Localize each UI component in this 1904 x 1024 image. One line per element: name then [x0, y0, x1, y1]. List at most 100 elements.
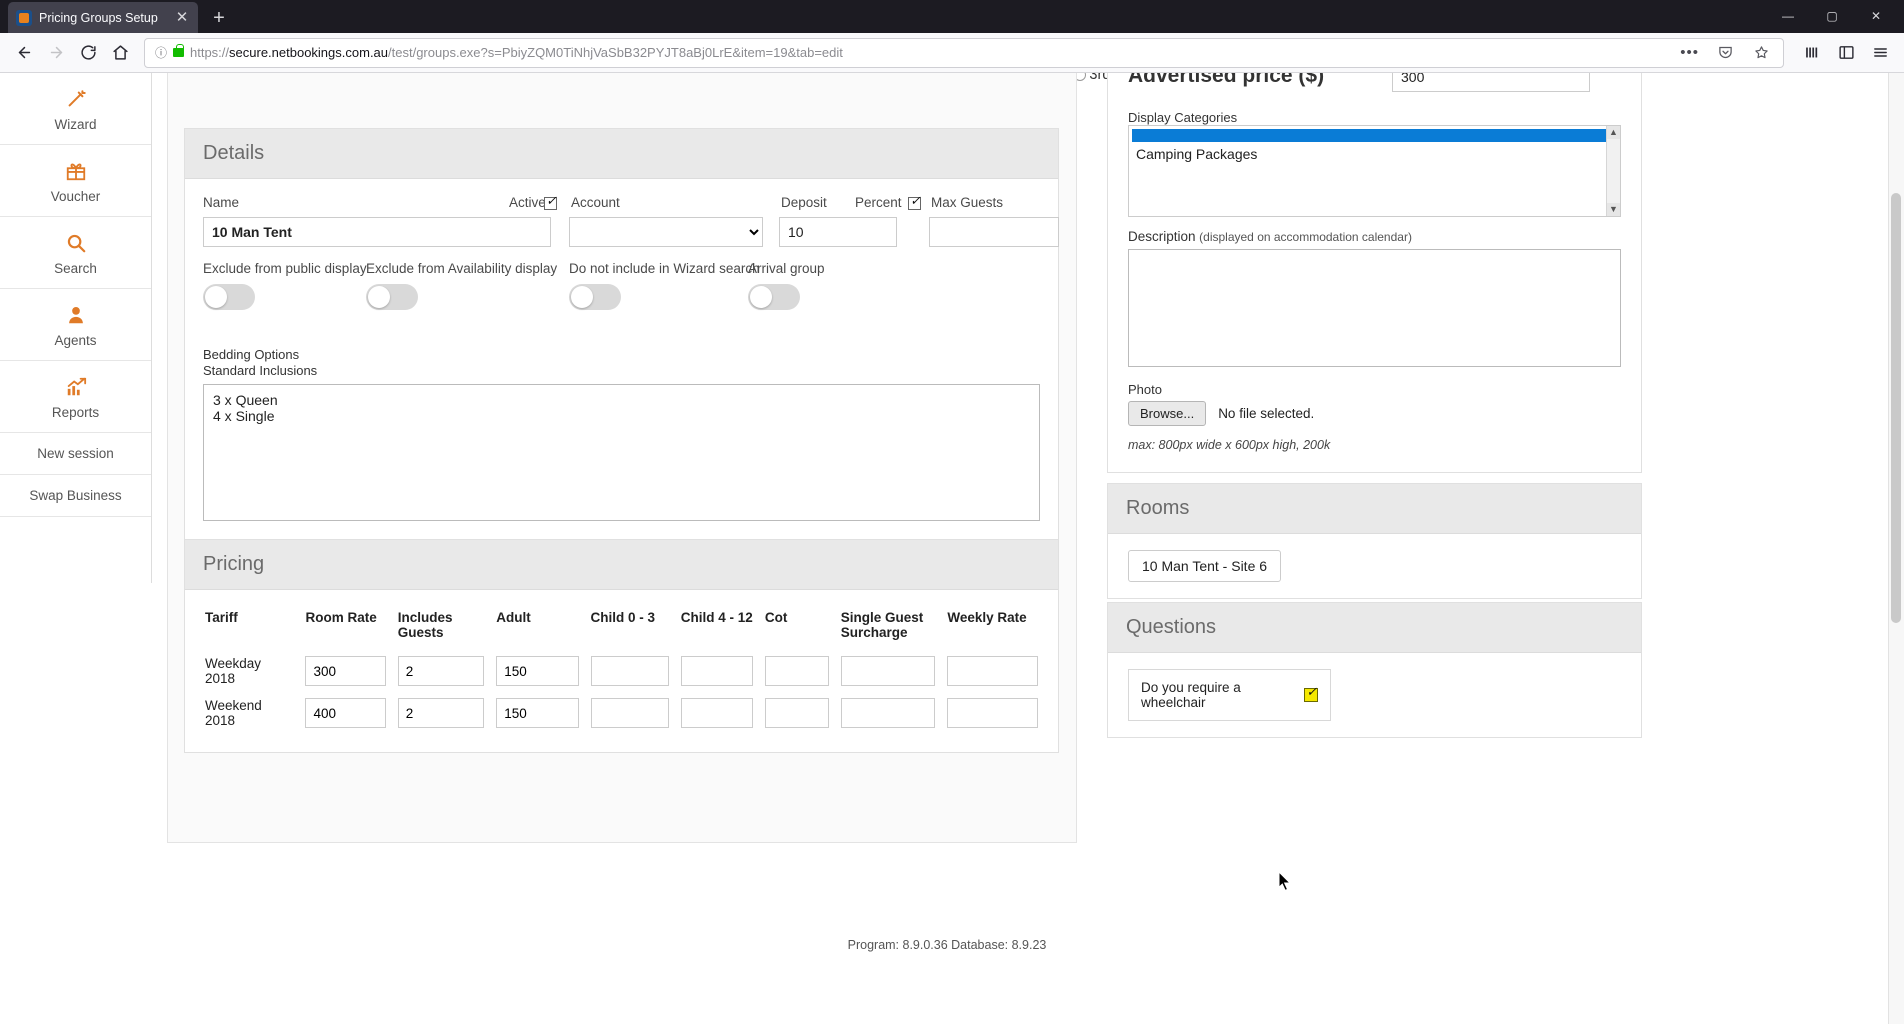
exclude-availability-display-toggle[interactable] [366, 284, 418, 310]
questions-card-title: Questions [1108, 603, 1641, 653]
name-input[interactable] [203, 217, 551, 247]
address-bar[interactable]: ⓘ https://secure.netbookings.com.au/test… [144, 37, 1784, 69]
wizard-search-toggle[interactable] [569, 284, 621, 310]
sidebar-item-agents[interactable]: Agents [0, 289, 151, 361]
standard-inclusions-label: Standard Inclusions [203, 363, 318, 378]
url-text: https://secure.netbookings.com.au/test/g… [190, 45, 1674, 60]
app-footer: Program: 8.9.0.36 Database: 8.9.23 [847, 938, 1047, 952]
active-checkbox[interactable] [544, 193, 557, 210]
sidebar-item-label: Agents [54, 332, 97, 348]
cot-input[interactable] [764, 698, 829, 728]
pricing-card-title: Pricing [185, 540, 1058, 590]
child-0-3-input[interactable] [590, 656, 669, 686]
col-room-rate: Room Rate [305, 610, 377, 625]
display-category-selected[interactable] [1132, 129, 1608, 142]
includes-guests-input[interactable] [397, 656, 485, 686]
reload-button[interactable] [72, 37, 104, 69]
scrollbar-thumb[interactable] [1891, 193, 1901, 623]
tariff-name: Weekend 2018 [205, 698, 262, 728]
page-content: Wizard Voucher Search Agents Reports New… [0, 73, 1904, 1024]
tariff-name: Weekday 2018 [205, 656, 262, 686]
question-label: Do you require a wheelchair [1141, 680, 1241, 710]
single-guest-surcharge-input[interactable] [840, 698, 936, 728]
col-adult: Adult [496, 610, 531, 625]
photo-hint: max: 800px wide x 600px high, 200k [1128, 438, 1331, 452]
sidebar-item-wizard[interactable]: Wizard [0, 73, 151, 145]
browser-tab[interactable]: Pricing Groups Setup ✕ [8, 2, 198, 33]
page-scrollbar[interactable] [1888, 73, 1904, 1024]
col-cot: Cot [764, 610, 788, 625]
rooms-card-title: Rooms [1108, 484, 1641, 534]
sidebar-item-voucher[interactable]: Voucher [0, 145, 151, 217]
exclude-availability-display-label: Exclude from Availability display [366, 261, 558, 276]
percent-checkbox[interactable] [908, 193, 921, 210]
display-categories-label: Display Categories [1128, 110, 1238, 125]
list-item[interactable]: Camping Packages [1129, 144, 1620, 164]
col-child-4-12: Child 4 - 12 [680, 610, 753, 625]
pricing-card-body: Tariff Room Rate Includes Guests Adult Ch… [185, 590, 1058, 752]
child-4-12-input[interactable] [680, 698, 753, 728]
sidebar-toggle-icon[interactable] [1830, 37, 1862, 69]
sidebar-item-reports[interactable]: Reports [0, 361, 151, 433]
scroll-up-icon[interactable]: ▲ [1607, 126, 1620, 139]
question-row[interactable]: Do you require a wheelchair [1128, 669, 1331, 721]
exclude-public-display-toggle[interactable] [203, 284, 255, 310]
adult-input[interactable] [496, 656, 579, 686]
adult-input[interactable] [496, 698, 579, 728]
advertised-price-label: Advertised price ($) [1128, 73, 1325, 87]
account-select[interactable] [569, 217, 763, 247]
new-tab-button[interactable]: + [204, 5, 234, 33]
browse-button[interactable]: Browse... [1128, 401, 1207, 426]
main-content: Accommodation Camping/Backpackers Day Sp… [152, 73, 1904, 1024]
magic-wand-icon [65, 86, 87, 112]
max-guests-input[interactable] [929, 217, 1059, 247]
sidebar-item-new-session[interactable]: New session [0, 433, 151, 475]
table-row: Weekday 2018 [199, 650, 1044, 692]
room-rate-input[interactable] [305, 698, 386, 728]
description-textarea[interactable] [1128, 249, 1621, 367]
sidebar-item-swap-business[interactable]: Swap Business [0, 475, 151, 517]
cot-input[interactable] [764, 656, 829, 686]
bookmark-star-icon[interactable] [1745, 37, 1777, 69]
col-includes-guests: Includes Guests [397, 610, 453, 640]
sidebar-item-search[interactable]: Search [0, 217, 151, 289]
browser-chrome: Pricing Groups Setup ✕ + — ▢ ✕ ⓘ https:/… [0, 0, 1904, 73]
info-icon[interactable]: ⓘ [151, 44, 171, 61]
display-categories-listbox[interactable]: Camping Packages ▲ ▼ [1128, 125, 1621, 217]
max-guests-label: Max Guests [931, 195, 1004, 210]
scroll-down-icon[interactable]: ▼ [1607, 203, 1620, 216]
app-sidebar: Wizard Voucher Search Agents Reports New… [0, 73, 152, 583]
arrival-group-toggle[interactable] [748, 284, 800, 310]
question-checkbox[interactable] [1304, 684, 1318, 702]
hamburger-menu-icon[interactable] [1864, 37, 1896, 69]
library-icon[interactable] [1796, 37, 1828, 69]
arrival-group-label: Arrival group [748, 261, 825, 276]
chart-up-icon [65, 374, 87, 400]
pocket-icon[interactable] [1709, 37, 1741, 69]
room-rate-input[interactable] [305, 656, 386, 686]
weekly-rate-input[interactable] [947, 656, 1038, 686]
weekly-rate-input[interactable] [947, 698, 1038, 728]
advertised-price-input[interactable] [1392, 73, 1590, 92]
details-card: Details Name Active Account Deposit Perc… [184, 128, 1059, 543]
listbox-scrollbar[interactable]: ▲ ▼ [1606, 126, 1620, 216]
home-button[interactable] [104, 37, 136, 69]
standard-inclusions-textarea[interactable] [203, 384, 1040, 521]
close-window-button[interactable]: ✕ [1854, 4, 1898, 29]
pricing-table: Tariff Room Rate Includes Guests Adult Ch… [199, 600, 1044, 734]
questions-card: Questions Do you require a wheelchair [1107, 602, 1642, 738]
col-weekly-rate: Weekly Rate [947, 610, 1027, 625]
page-actions-icon[interactable]: ••• [1674, 44, 1705, 61]
child-4-12-input[interactable] [680, 656, 753, 686]
child-0-3-input[interactable] [590, 698, 669, 728]
single-guest-surcharge-input[interactable] [840, 656, 936, 686]
minimize-button[interactable]: — [1766, 4, 1810, 29]
includes-guests-input[interactable] [397, 698, 485, 728]
room-item[interactable]: 10 Man Tent - Site 6 [1128, 550, 1282, 582]
description-label: Description [1128, 229, 1196, 244]
close-tab-icon[interactable]: ✕ [172, 8, 192, 28]
maximize-button[interactable]: ▢ [1810, 4, 1854, 29]
deposit-input[interactable] [779, 217, 897, 247]
gift-icon [65, 158, 87, 184]
back-button[interactable] [8, 37, 40, 69]
